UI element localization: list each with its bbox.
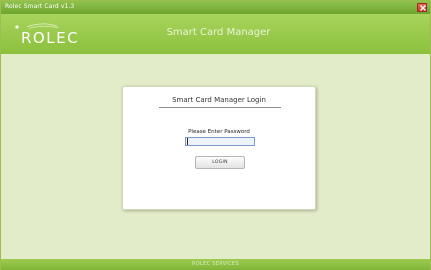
footer-text: ROLEC SERVICES [192, 261, 239, 267]
dialog-title: Smart Card Manager Login [172, 96, 266, 104]
close-button[interactable] [417, 3, 427, 12]
window-title: Rolec Smart Card v1.3 [5, 3, 75, 10]
password-input[interactable] [185, 137, 255, 146]
password-label: Please Enter Password [188, 129, 250, 135]
dialog-divider [159, 107, 281, 108]
app-header: ROLEC Smart Card Manager [1, 14, 430, 54]
footer-bar: ROLEC SERVICES [1, 259, 430, 270]
text-caret [187, 138, 188, 145]
header-title: Smart Card Manager [166, 27, 271, 38]
login-dialog: Smart Card Manager Login Please Enter Pa… [122, 86, 316, 210]
close-icon [420, 5, 426, 11]
title-bar[interactable]: Rolec Smart Card v1.3 [1, 1, 430, 14]
login-button[interactable]: LOGIN [195, 156, 245, 169]
